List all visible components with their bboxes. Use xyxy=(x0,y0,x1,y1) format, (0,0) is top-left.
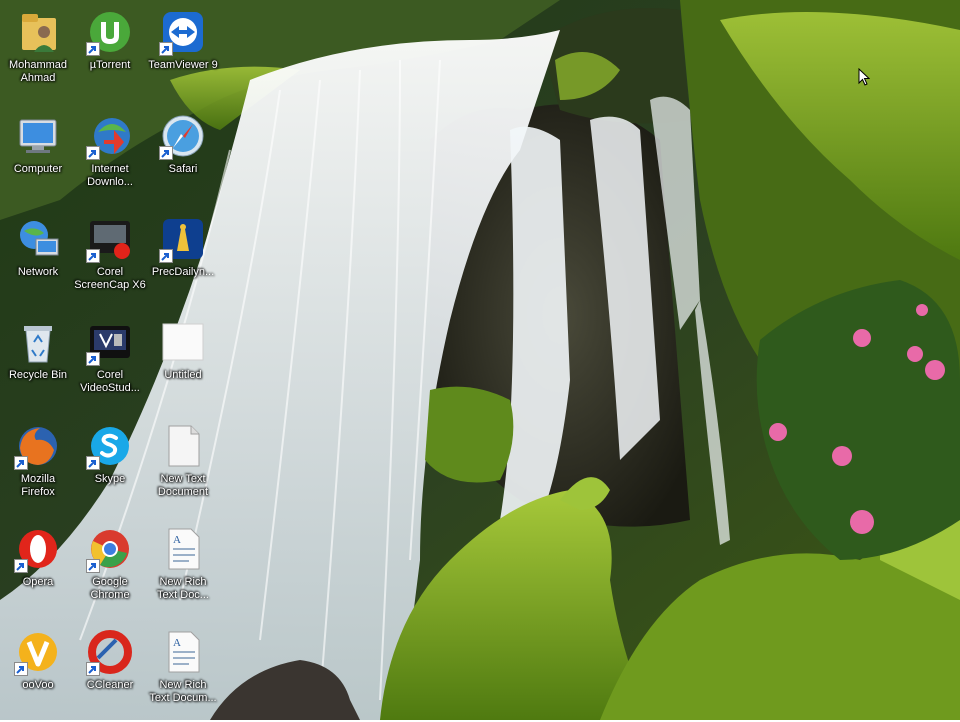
desktop-icon-corel-screencap[interactable]: Corel ScreenCap X6 xyxy=(74,211,146,309)
desktop-icon-label: PrecDailyn... xyxy=(151,266,215,278)
desktop-icon-ccleaner[interactable]: CCleaner xyxy=(74,624,146,722)
ccleaner-icon xyxy=(86,628,134,676)
chrome-icon xyxy=(86,525,134,573)
skype-icon xyxy=(86,422,134,470)
desktop-icon-safari[interactable]: Safari xyxy=(147,108,219,206)
desktop-icon-label: µTorrent xyxy=(89,59,131,71)
user-folder-icon xyxy=(14,8,62,56)
opera-icon xyxy=(14,525,62,573)
desktop-icon-prec-daily[interactable]: PrecDailyn... xyxy=(147,211,219,309)
desktop-icon-label: Corel ScreenCap X6 xyxy=(74,266,146,291)
shortcut-arrow-icon xyxy=(86,42,100,56)
shortcut-arrow-icon xyxy=(86,456,100,470)
desktop-icon-label: Google Chrome xyxy=(90,576,130,601)
svg-text:A: A xyxy=(173,637,181,649)
shortcut-arrow-icon xyxy=(159,146,173,160)
safari-icon xyxy=(159,112,207,160)
utorrent-icon xyxy=(86,8,134,56)
desktop-icon-corel-videostudio[interactable]: Corel VideoStud... xyxy=(74,314,146,412)
desktop-icon-label: Network xyxy=(17,266,59,278)
desktop-icon-firefox[interactable]: Mozilla Firefox xyxy=(2,418,74,516)
desktop-icon-label: Opera xyxy=(22,576,54,588)
blank-file-icon xyxy=(159,318,207,366)
desktop-icon-label: New Rich Text Docum... xyxy=(149,679,217,704)
desktop-icon-computer[interactable]: Computer xyxy=(2,108,74,206)
desktop-icon-chrome[interactable]: Google Chrome xyxy=(74,521,146,619)
rich-text-document-icon: A xyxy=(159,525,207,573)
shortcut-arrow-icon xyxy=(14,662,28,676)
desktop-icon-label: New Rich Text Doc... xyxy=(157,576,209,601)
desktop-icon-label: CCleaner xyxy=(86,679,134,691)
prec-daily-icon xyxy=(159,215,207,263)
shortcut-arrow-icon xyxy=(86,559,100,573)
shortcut-arrow-icon xyxy=(14,456,28,470)
desktop-icon-label: Recycle Bin xyxy=(8,369,68,381)
mouse-cursor-icon xyxy=(858,68,870,86)
internet-download-manager-icon xyxy=(86,112,134,160)
desktop-icon-recycle-bin[interactable]: Recycle Bin xyxy=(2,314,74,412)
shortcut-arrow-icon xyxy=(14,559,28,573)
computer-icon xyxy=(14,112,62,160)
desktop-icon-utorrent[interactable]: µTorrent xyxy=(74,4,146,102)
desktop-icon-label: New Text Document xyxy=(157,473,209,498)
desktop-icon-grid: Mohammad Ahmad µTorrent TeamViewer 9 Comput… xyxy=(0,0,230,720)
shortcut-arrow-icon xyxy=(86,146,100,160)
desktop-icon-network[interactable]: Network xyxy=(2,211,74,309)
desktop-icon-label: Mohammad Ahmad xyxy=(8,59,68,84)
text-document-icon xyxy=(159,422,207,470)
desktop-icon-label: Safari xyxy=(168,163,198,175)
shortcut-arrow-icon xyxy=(86,662,100,676)
desktop-icon-internet-download-manager[interactable]: Internet Downlo... xyxy=(74,108,146,206)
corel-videostudio-icon xyxy=(86,318,134,366)
oovoo-icon xyxy=(14,628,62,676)
desktop-icon-teamviewer[interactable]: TeamViewer 9 xyxy=(147,4,219,102)
desktop-icon-label: Computer xyxy=(13,163,63,175)
desktop-icon-user-folder[interactable]: Mohammad Ahmad xyxy=(2,4,74,102)
desktop-icon-label: Corel VideoStud... xyxy=(80,369,140,394)
recycle-bin-icon xyxy=(14,318,62,366)
desktop-icon-label: Internet Downlo... xyxy=(87,163,133,188)
desktop-icon-rich-text-document[interactable]: A New Rich Text Docum... xyxy=(147,624,219,722)
shortcut-arrow-icon xyxy=(86,352,100,366)
shortcut-arrow-icon xyxy=(159,249,173,263)
teamviewer-icon xyxy=(159,8,207,56)
desktop-icon-label: Mozilla Firefox xyxy=(20,473,56,498)
shortcut-arrow-icon xyxy=(86,249,100,263)
desktop-icon-label: TeamViewer 9 xyxy=(148,59,218,71)
desktop-icon-oovoo[interactable]: ooVoo xyxy=(2,624,74,722)
desktop-icon-opera[interactable]: Opera xyxy=(2,521,74,619)
desktop-icon-rich-text-document[interactable]: A New Rich Text Doc... xyxy=(147,521,219,619)
svg-text:A: A xyxy=(173,534,181,546)
network-icon xyxy=(14,215,62,263)
desktop-icon-label: Untitled xyxy=(164,369,202,381)
rich-text-document-icon: A xyxy=(159,628,207,676)
shortcut-arrow-icon xyxy=(159,42,173,56)
desktop-icon-label: Skype xyxy=(94,473,126,485)
desktop-icon-skype[interactable]: Skype xyxy=(74,418,146,516)
desktop-icon-text-document[interactable]: New Text Document xyxy=(147,418,219,516)
firefox-icon xyxy=(14,422,62,470)
desktop-icon-blank-file[interactable]: Untitled xyxy=(147,314,219,412)
corel-screencap-icon xyxy=(86,215,134,263)
desktop-icon-label: ooVoo xyxy=(22,679,54,691)
